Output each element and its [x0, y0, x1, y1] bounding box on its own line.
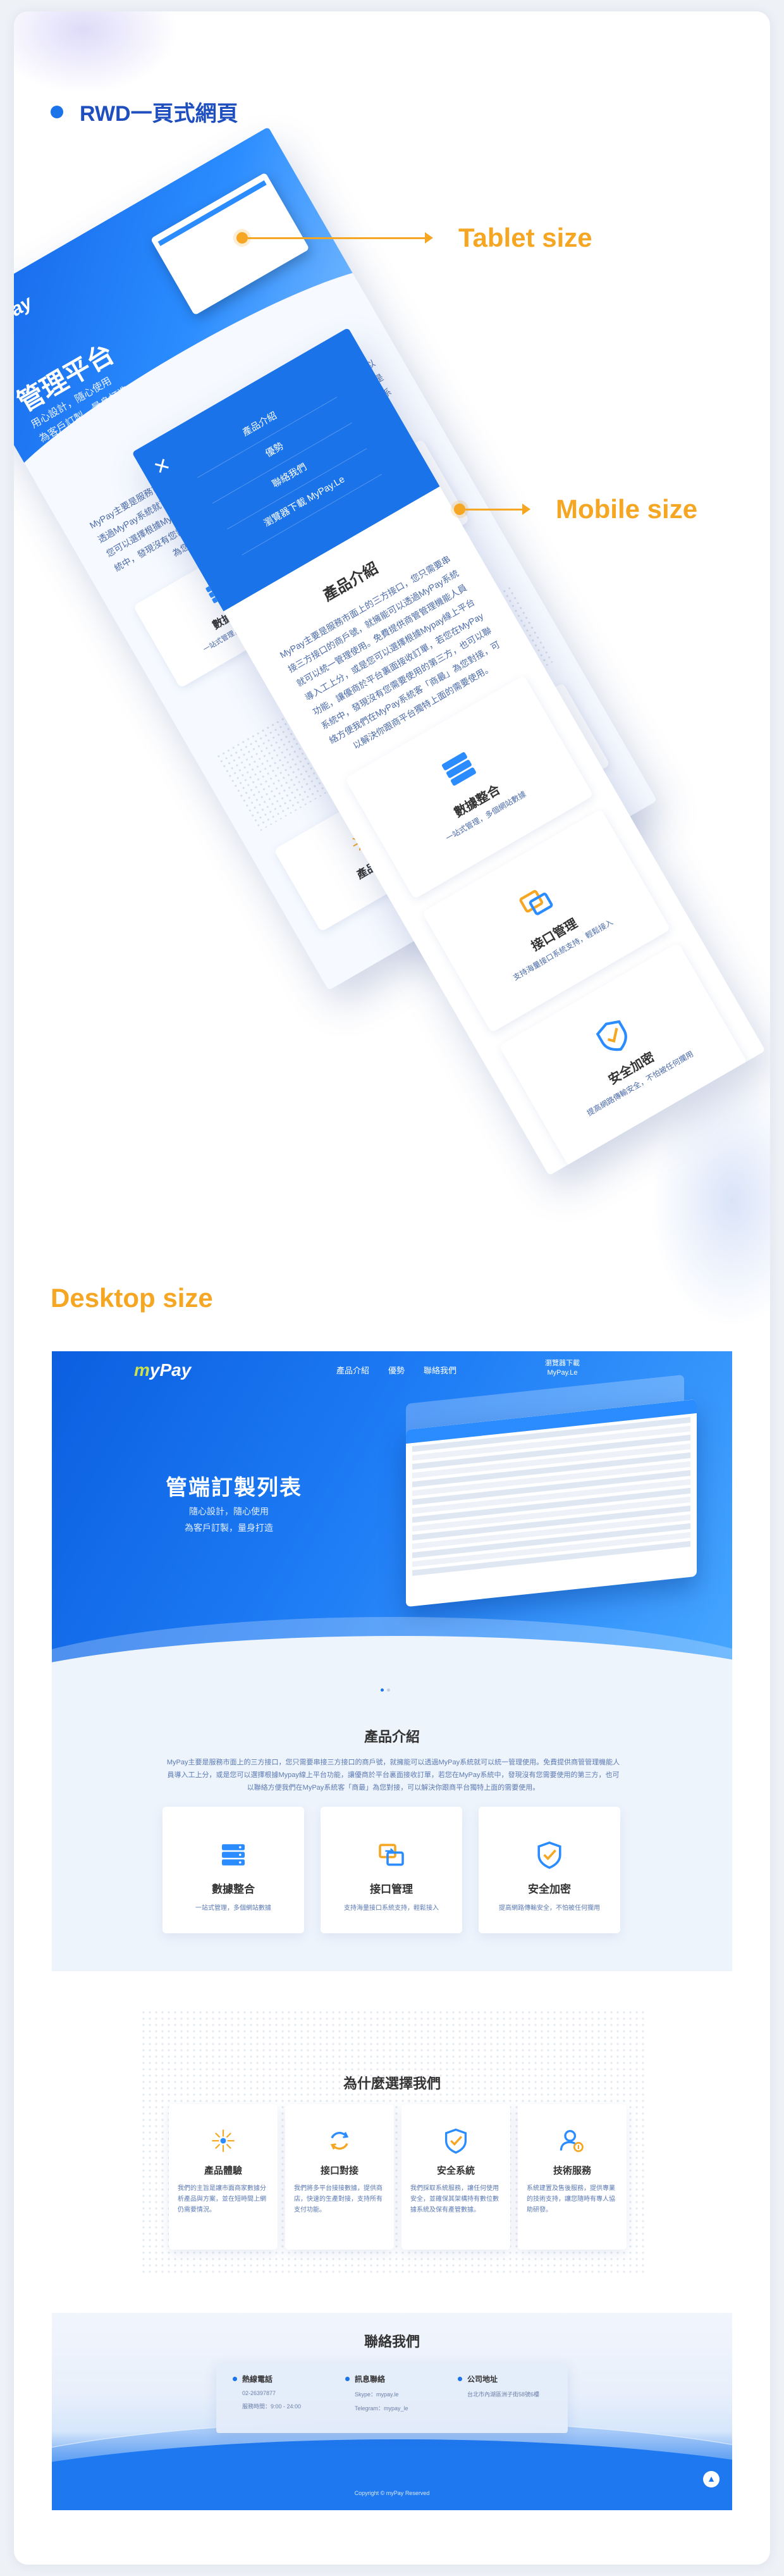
feature-cards: 數據整合 一站式管理，多個網站數據 接口管理 支持海量接口系統支持，輕鬆接入 安…	[162, 1807, 620, 1933]
card-title: 技術服務	[553, 2165, 591, 2176]
logo-text: yPay	[149, 1360, 192, 1380]
intro-paragraph: MyPay主要是服務市面上的三方接口，您只需要串接三方接口的商戶號，就擁能可以透…	[166, 1759, 620, 1792]
bullet-dot	[51, 105, 63, 118]
callout-arrow	[522, 504, 530, 515]
why-cards: 產品體驗 我們的主旨是讓市面商家數據分析產品與方案，並在短時間上網仍需要情況。 …	[169, 2104, 627, 2250]
top-nav: 產品介紹 優勢 聯絡我們	[336, 1364, 456, 1376]
hero-subtitle: 隨心設計，隨心使用 為客戶訂製，量身打造	[185, 1503, 273, 1536]
service-hours: 服務時間：9:00 - 24:00	[242, 2403, 302, 2410]
nav-item-contact[interactable]: 聯絡我們	[424, 1364, 456, 1376]
logo[interactable]: myPay	[134, 1360, 191, 1380]
card-title: 接口對接	[320, 2165, 358, 2176]
logo-mark: m	[134, 1360, 150, 1380]
section-heading-text: RWD一頁式網頁	[80, 102, 238, 126]
contact-box: 熱線電話 02-26397877 服務時間：9:00 - 24:00 訊息聯絡 …	[216, 2363, 568, 2433]
desktop-size-label: Desktop size	[51, 1283, 213, 1313]
feature-card: 接口管理 支持海量接口系統支持，輕鬆接入	[321, 1807, 462, 1933]
copyright: Copyright © myPay Reserved	[354, 2490, 430, 2496]
bullet-dot	[345, 2377, 350, 2381]
callout-dot	[454, 504, 465, 515]
why-card: 產品體驗 我們的主旨是讓市面商家數據分析產品與方案，並在短時間上網仍需要情況。	[169, 2104, 278, 2250]
sparkle-icon	[212, 2129, 235, 2152]
card-subtitle: 一站式管理，多個網站數據	[195, 1905, 271, 1912]
contact-column-title: 公司地址	[467, 2375, 498, 2384]
carousel-pager	[381, 1688, 390, 1692]
user-support-icon	[560, 2129, 584, 2152]
product-screenshot	[406, 1399, 697, 1607]
company-address: 台北市內湖區洲子街58號6樓	[467, 2391, 540, 2398]
swap-arrows-icon	[379, 1843, 404, 1866]
card-title: 數據整合	[212, 1883, 255, 1895]
skype-contact[interactable]: Skype：mypay.le	[355, 2390, 439, 2398]
presentation-sheet: RWD一頁式網頁 myPay 管理平台 用心設計，隨心使用 為客戶訂製，量身打造…	[14, 11, 770, 2565]
contact-title: 聯絡我們	[364, 2334, 420, 2350]
callout-line	[465, 508, 522, 511]
pager-dot-active[interactable]	[381, 1688, 384, 1692]
decor-blob	[650, 1074, 770, 1327]
mobile-size-label: Mobile size	[556, 494, 698, 524]
card-subtitle: 我們將多平台接接數據，提供商店，快速的生產對接，支持所有支付功能。	[294, 2185, 383, 2214]
nav-item-intro[interactable]: 產品介紹	[336, 1364, 369, 1376]
card-subtitle: 系統建置及售後服務，提供專業的技術支持，讓您隨時有專人協助研發。	[527, 2185, 615, 2214]
intro-title: 產品介紹	[364, 1729, 420, 1745]
feature-card: 數據整合 一站式管理，多個網站數據	[162, 1807, 304, 1933]
intro-section: 產品介紹 MyPay主要是服務市面上的三方接口，您只需要串接三方接口的商戶號，就…	[52, 1674, 732, 1971]
telegram-contact[interactable]: Telegram：mypay_le	[355, 2404, 439, 2412]
hero-title: 管端訂製列表	[166, 1476, 302, 1500]
card-title: 安全系統	[436, 2165, 475, 2176]
tablet-callout: Tablet size	[236, 223, 592, 253]
pager-dot[interactable]	[387, 1688, 390, 1692]
download-link[interactable]: 瀏覽器下載 MyPay.Le	[545, 1359, 580, 1378]
contact-section: 聯絡我們 熱線電話 02-26397877 服務時間：9:00 - 24:00 …	[52, 2313, 732, 2510]
server-stack-icon	[222, 1844, 245, 1866]
feature-card: 安全加密 提高網路傳輸安全，不怕被任何攔用	[479, 1807, 620, 1933]
desktop-mockup: myPay 產品介紹 優勢 聯絡我們 瀏覽器下載 MyPay.Le 管端訂製列表…	[52, 1351, 732, 2510]
arrow-up-icon[interactable]: ▲	[703, 2471, 720, 2487]
contact-column-phone: 熱線電話 02-26397877 服務時間：9:00 - 24:00	[233, 2374, 326, 2423]
shield-check-icon	[596, 1020, 627, 1051]
card-subtitle: 提高網路傳輸安全，不怕被任何攔用	[499, 1905, 600, 1912]
shield-check-icon	[444, 2128, 467, 2154]
contact-column-address: 公司地址 台北市內湖區洲子街58號6樓	[458, 2374, 551, 2423]
card-subtitle: 我們採取系統服務，讓任何使用安全，並確保其架構持有數位數據系統及保有產管數據。	[410, 2185, 499, 2214]
contact-column-message: 訊息聯絡 Skype：mypay.le Telegram：mypay_le	[345, 2374, 439, 2423]
shield-check-icon	[537, 1841, 561, 1869]
why-title: 為什麼選擇我們	[343, 2076, 441, 2091]
why-card: 安全系統 我們採取系統服務，讓任何使用安全，並確保其架構持有數位數據系統及保有產…	[401, 2104, 510, 2250]
refresh-cycle-icon	[330, 2131, 349, 2150]
hero-sub-line: 為客戶訂製，量身打造	[185, 1523, 273, 1533]
why-section: 為什麼選擇我們 產品體驗 我們的主旨是讓市面商家數據分析產品與方案，並在短時間上…	[52, 1997, 732, 2288]
footer-wave	[52, 2439, 732, 2510]
phone-number[interactable]: 02-26397877	[242, 2390, 326, 2396]
hero-sub-line: 隨心設計，隨心使用	[189, 1506, 269, 1516]
nav-item-advantages[interactable]: 優勢	[388, 1364, 405, 1376]
callout-dot	[236, 232, 248, 244]
decor-blob	[14, 11, 178, 94]
callout-line	[248, 237, 425, 239]
bullet-dot	[233, 2377, 237, 2381]
why-card: 接口對接 我們將多平台接接數據，提供商店，快速的生產對接，支持所有支付功能。	[285, 2104, 394, 2250]
tablet-size-label: Tablet size	[458, 223, 592, 252]
download-name: MyPay.Le	[547, 1369, 578, 1377]
logo: myPay	[14, 292, 36, 341]
callout-arrow	[425, 232, 433, 244]
card-subtitle: 支持海量接口系統支持，輕鬆接入	[344, 1905, 439, 1912]
card-title: 安全加密	[528, 1883, 571, 1895]
swap-arrows-icon	[519, 890, 553, 915]
section-heading: RWD一頁式網頁	[51, 96, 238, 127]
download-label: 瀏覽器下載	[545, 1359, 580, 1367]
why-card: 技術服務 系統建置及售後服務，提供專業的技術支持，讓您隨時有專人協助研發。	[518, 2104, 627, 2250]
contact-column-title: 訊息聯絡	[355, 2375, 386, 2384]
server-stack-icon	[441, 752, 476, 786]
contact-column-title: 熱線電話	[242, 2375, 273, 2384]
card-subtitle: 我們的主旨是讓市面商家數據分析產品與方案，並在短時間上網仍需要情況。	[178, 2185, 266, 2214]
mobile-callout: Mobile size	[454, 494, 697, 524]
card-title: 產品體驗	[204, 2165, 242, 2176]
bullet-dot	[458, 2377, 462, 2381]
card-title: 接口管理	[370, 1883, 413, 1895]
desktop-hero: myPay 產品介紹 優勢 聯絡我們 瀏覽器下載 MyPay.Le 管端訂製列表…	[52, 1351, 732, 1674]
